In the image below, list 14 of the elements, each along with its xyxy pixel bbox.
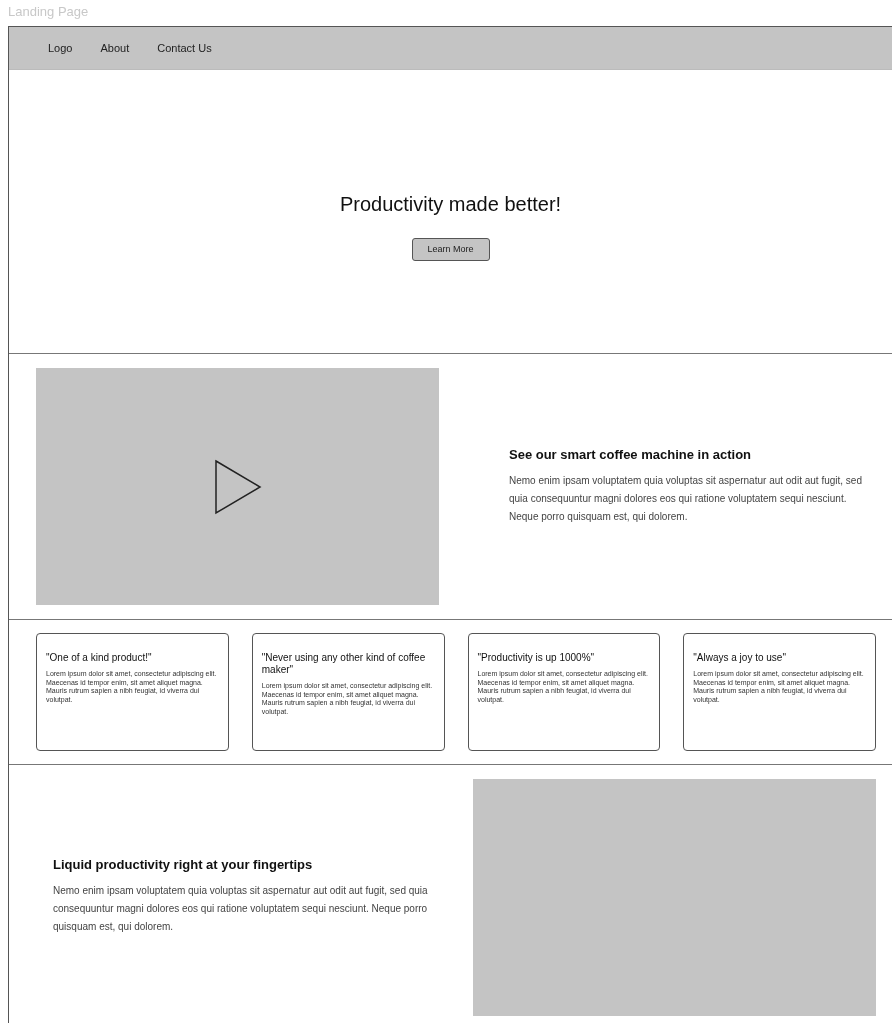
- hero-heading: Productivity made better!: [339, 192, 562, 216]
- closing-text: Nemo enim ipsam voluptatem quia voluptas sit aspernatur aut odit aut fugit, sed quia consequuntur magni dolores eos qui ratione voluptatem sequi nesciunt. Neque porro quisquam est, qui dolorem.: [53, 884, 429, 934]
- learn-more-button[interactable]: Learn More: [411, 237, 490, 261]
- feature-text: Nemo enim ipsam voluptatem quia voluptas sit aspernatur aut odit aut fugit, sed quia consequuntur magni dolores eos qui ratione voluptatem sequi nesciunt. Neque porro quisquam est, qui dolorem.: [509, 474, 863, 524]
- testimonial-quote: "One of a kind product!": [46, 652, 153, 664]
- testimonial-quote: "Productivity is up 1000%": [477, 652, 596, 664]
- nav-link[interactable]: About: [100, 42, 130, 54]
- feature-heading: See our smart coffee machine in action: [509, 447, 753, 462]
- play-icon[interactable]: [213, 458, 262, 515]
- testimonial-quote: "Always a joy to use": [693, 652, 787, 664]
- nav-link[interactable]: Logo: [48, 42, 73, 54]
- closing-heading: Liquid productivity right at your fingertips: [53, 857, 314, 872]
- nav-link[interactable]: Contact Us: [157, 42, 212, 54]
- testimonial-quote: "Never using any other kind of coffee maker": [261, 652, 427, 676]
